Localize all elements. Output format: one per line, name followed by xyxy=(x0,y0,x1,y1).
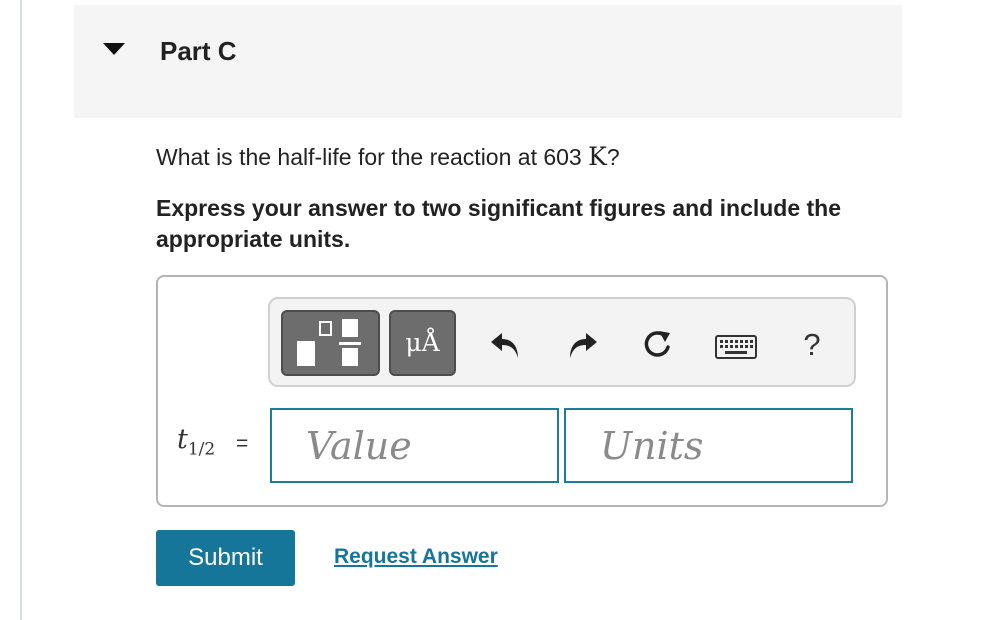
variable-subscript: 1/2 xyxy=(187,439,216,460)
value-input[interactable] xyxy=(270,408,559,483)
caret-down-icon[interactable] xyxy=(103,43,125,55)
request-answer-link[interactable]: Request Answer xyxy=(334,545,498,569)
units-button[interactable]: μÅ xyxy=(389,310,456,376)
templates-button[interactable] xyxy=(281,310,380,376)
redo-icon xyxy=(570,333,597,358)
units-input[interactable] xyxy=(564,408,853,483)
question-text: What is the half-life for the reaction a… xyxy=(156,142,620,171)
help-button[interactable]: ? xyxy=(800,325,824,365)
undo-button[interactable] xyxy=(488,325,524,365)
undo-icon xyxy=(491,333,518,358)
variable-symbol: t xyxy=(177,424,188,455)
instruction-text: Express your answer to two significant f… xyxy=(156,195,842,252)
units-button-label: μÅ xyxy=(405,328,440,357)
keyboard-icon xyxy=(715,335,757,359)
equals-sign: = xyxy=(236,432,249,455)
question-text-before: What is the half-life for the reaction a… xyxy=(156,144,589,170)
templates-icon xyxy=(297,319,361,366)
question-unit: K xyxy=(588,142,607,171)
part-title: Part C xyxy=(160,36,237,66)
redo-button[interactable] xyxy=(564,325,600,365)
reset-icon xyxy=(644,331,670,357)
keyboard-button[interactable] xyxy=(715,333,757,363)
submit-button[interactable]: Submit xyxy=(156,530,295,586)
variable-label: t1/2 xyxy=(177,424,215,459)
left-border xyxy=(20,0,22,620)
reset-button[interactable] xyxy=(640,325,676,365)
question-text-after: ? xyxy=(606,144,620,170)
